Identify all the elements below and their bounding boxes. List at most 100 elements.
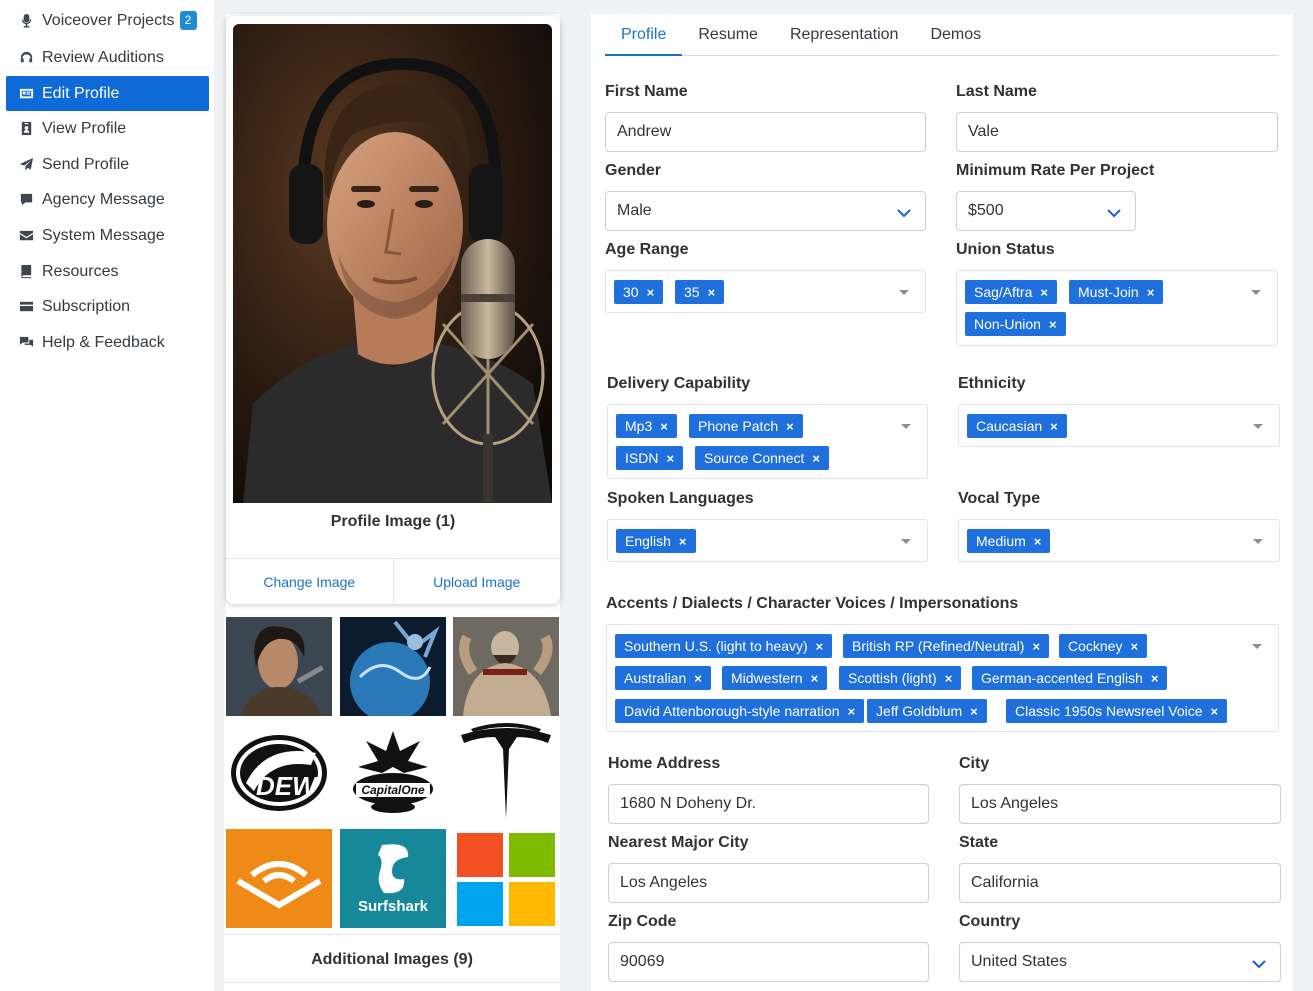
sidebar-item-send-profile[interactable]: Send Profile: [6, 147, 209, 182]
sidebar-item-agency-message[interactable]: Agency Message: [6, 182, 209, 217]
delivery-capability-multiselect[interactable]: Mp3 × Phone Patch × ISDN × Source Connect ×: [607, 404, 928, 479]
sidebar-item-review-auditions[interactable]: Review Auditions: [6, 40, 209, 75]
delivery-tag[interactable]: ISDN ×: [616, 446, 684, 470]
accent-tag[interactable]: Australian ×: [615, 666, 711, 690]
union-tag[interactable]: Sag/Aftra ×: [965, 280, 1057, 304]
mountain-dew-logo[interactable]: DEW: [226, 723, 332, 822]
sidebar-item-subscription[interactable]: Subscription: [6, 289, 209, 324]
accent-tag[interactable]: Cockney ×: [1059, 634, 1148, 658]
capital-one-bowl-logo[interactable]: CapitalOne: [340, 723, 446, 822]
tab-profile[interactable]: Profile: [605, 14, 683, 56]
delivery-tag[interactable]: Source Connect ×: [695, 446, 829, 470]
remove-tag-icon[interactable]: ×: [816, 639, 824, 654]
dropdown-caret-icon[interactable]: [1252, 644, 1262, 649]
accent-tag[interactable]: Classic 1950s Newsreel Voice ×: [1006, 699, 1228, 723]
spoken-languages-multiselect[interactable]: English ×: [607, 519, 928, 562]
vocal-tag[interactable]: Medium ×: [967, 529, 1051, 553]
delivery-tag[interactable]: Phone Patch ×: [689, 414, 803, 438]
sidebar-item-label: Send Profile: [42, 155, 130, 173]
remove-tag-icon[interactable]: ×: [812, 451, 820, 466]
upload-image-link[interactable]: Upload Image: [392, 559, 561, 604]
remove-tag-icon[interactable]: ×: [1032, 639, 1040, 654]
surfshark-logo[interactable]: Surfshark: [340, 829, 446, 928]
sidebar-item-help-feedback[interactable]: Help & Feedback: [6, 325, 209, 360]
accents-multiselect[interactable]: Southern U.S. (light to heavy) × British …: [606, 624, 1279, 732]
remove-tag-icon[interactable]: ×: [1034, 534, 1042, 549]
remove-tag-icon[interactable]: ×: [1040, 285, 1048, 300]
remove-tag-icon[interactable]: ×: [786, 419, 794, 434]
sidebar-item-system-message[interactable]: System Message: [6, 218, 209, 253]
zip-code-field[interactable]: 90069: [608, 942, 929, 982]
delivery-tag[interactable]: Mp3 ×: [616, 414, 677, 438]
sidebar-item-label: Resources: [42, 262, 119, 280]
sidebar-item-label: Review Auditions: [42, 48, 164, 66]
remove-tag-icon[interactable]: ×: [666, 451, 674, 466]
sidebar-item-voiceover-projects[interactable]: Voiceover Projects 2: [6, 3, 209, 38]
age-range-multiselect[interactable]: 30 × 35 ×: [605, 270, 926, 313]
language-tag[interactable]: English ×: [616, 529, 696, 553]
additional-image-planet-battle[interactable]: [340, 617, 446, 716]
union-status-multiselect[interactable]: Sag/Aftra × Must-Join × Non-Union ×: [956, 270, 1278, 346]
ethnicity-tag[interactable]: Caucasian ×: [967, 414, 1067, 438]
country-select[interactable]: United States: [959, 942, 1281, 982]
remove-tag-icon[interactable]: ×: [679, 534, 687, 549]
remove-tag-icon[interactable]: ×: [694, 671, 702, 686]
additional-image-warrior-rage[interactable]: [453, 617, 559, 716]
accent-tag[interactable]: Midwestern ×: [722, 666, 828, 690]
additional-image-warrior-portrait[interactable]: [226, 617, 332, 716]
remove-tag-icon[interactable]: ×: [945, 671, 953, 686]
remove-tag-icon[interactable]: ×: [1049, 317, 1057, 332]
ethnicity-multiselect[interactable]: Caucasian ×: [958, 404, 1280, 447]
age-tag[interactable]: 35 ×: [675, 280, 725, 304]
tesla-logo[interactable]: [453, 723, 559, 822]
remove-tag-icon[interactable]: ×: [647, 285, 655, 300]
remove-tag-icon[interactable]: ×: [1050, 419, 1058, 434]
delivery-capability-label: Delivery Capability: [607, 375, 751, 392]
city-field[interactable]: Los Angeles: [959, 784, 1281, 824]
dropdown-caret-icon[interactable]: [901, 539, 911, 544]
zip-code-label: Zip Code: [608, 913, 677, 930]
sidebar-item-label: System Message: [42, 226, 165, 244]
accent-tag[interactable]: British RP (Refined/Neutral) ×: [843, 634, 1050, 658]
nearest-city-field[interactable]: Los Angeles: [608, 863, 929, 903]
remove-tag-icon[interactable]: ×: [1151, 671, 1159, 686]
gender-select[interactable]: Male: [605, 191, 926, 231]
remove-tag-icon[interactable]: ×: [811, 671, 819, 686]
accent-tag[interactable]: German-accented English ×: [972, 666, 1168, 690]
tab-representation[interactable]: Representation: [774, 14, 915, 56]
audible-logo[interactable]: [226, 829, 332, 928]
sidebar-item-edit-profile[interactable]: Edit Profile: [6, 76, 209, 111]
accent-tag[interactable]: Jeff Goldblum ×: [867, 699, 987, 723]
microsoft-logo[interactable]: [453, 829, 559, 928]
sidebar-item-view-profile[interactable]: View Profile: [6, 111, 209, 146]
remove-tag-icon[interactable]: ×: [1211, 704, 1219, 719]
first-name-field[interactable]: Andrew: [605, 112, 926, 152]
dropdown-caret-icon[interactable]: [901, 424, 911, 429]
remove-tag-icon[interactable]: ×: [970, 704, 978, 719]
min-rate-select[interactable]: $500: [956, 191, 1136, 231]
dropdown-caret-icon[interactable]: [1253, 539, 1263, 544]
union-tag[interactable]: Must-Join ×: [1069, 280, 1164, 304]
tab-demos[interactable]: Demos: [914, 14, 997, 56]
union-tag[interactable]: Non-Union ×: [965, 312, 1066, 336]
remove-tag-icon[interactable]: ×: [1147, 285, 1155, 300]
remove-tag-icon[interactable]: ×: [848, 704, 856, 719]
dropdown-caret-icon[interactable]: [1253, 424, 1263, 429]
last-name-field[interactable]: Vale: [956, 112, 1278, 152]
tab-resume[interactable]: Resume: [682, 14, 774, 56]
accent-tag[interactable]: Southern U.S. (light to heavy) ×: [615, 634, 833, 658]
accent-tag[interactable]: Scottish (light) ×: [839, 666, 962, 690]
dropdown-caret-icon[interactable]: [899, 290, 909, 295]
accent-tag[interactable]: David Attenborough-style narration ×: [615, 699, 865, 723]
image-actions: Change Image Upload Image: [226, 558, 560, 604]
state-field[interactable]: California: [959, 863, 1281, 903]
remove-tag-icon[interactable]: ×: [708, 285, 716, 300]
age-tag[interactable]: 30 ×: [614, 280, 664, 304]
vocal-type-multiselect[interactable]: Medium ×: [958, 519, 1280, 562]
sidebar-item-resources[interactable]: Resources: [6, 254, 209, 289]
remove-tag-icon[interactable]: ×: [660, 419, 668, 434]
change-image-link[interactable]: Change Image: [226, 559, 393, 604]
remove-tag-icon[interactable]: ×: [1130, 639, 1138, 654]
home-address-field[interactable]: 1680 N Doheny Dr.: [608, 784, 929, 824]
dropdown-caret-icon[interactable]: [1251, 290, 1261, 295]
